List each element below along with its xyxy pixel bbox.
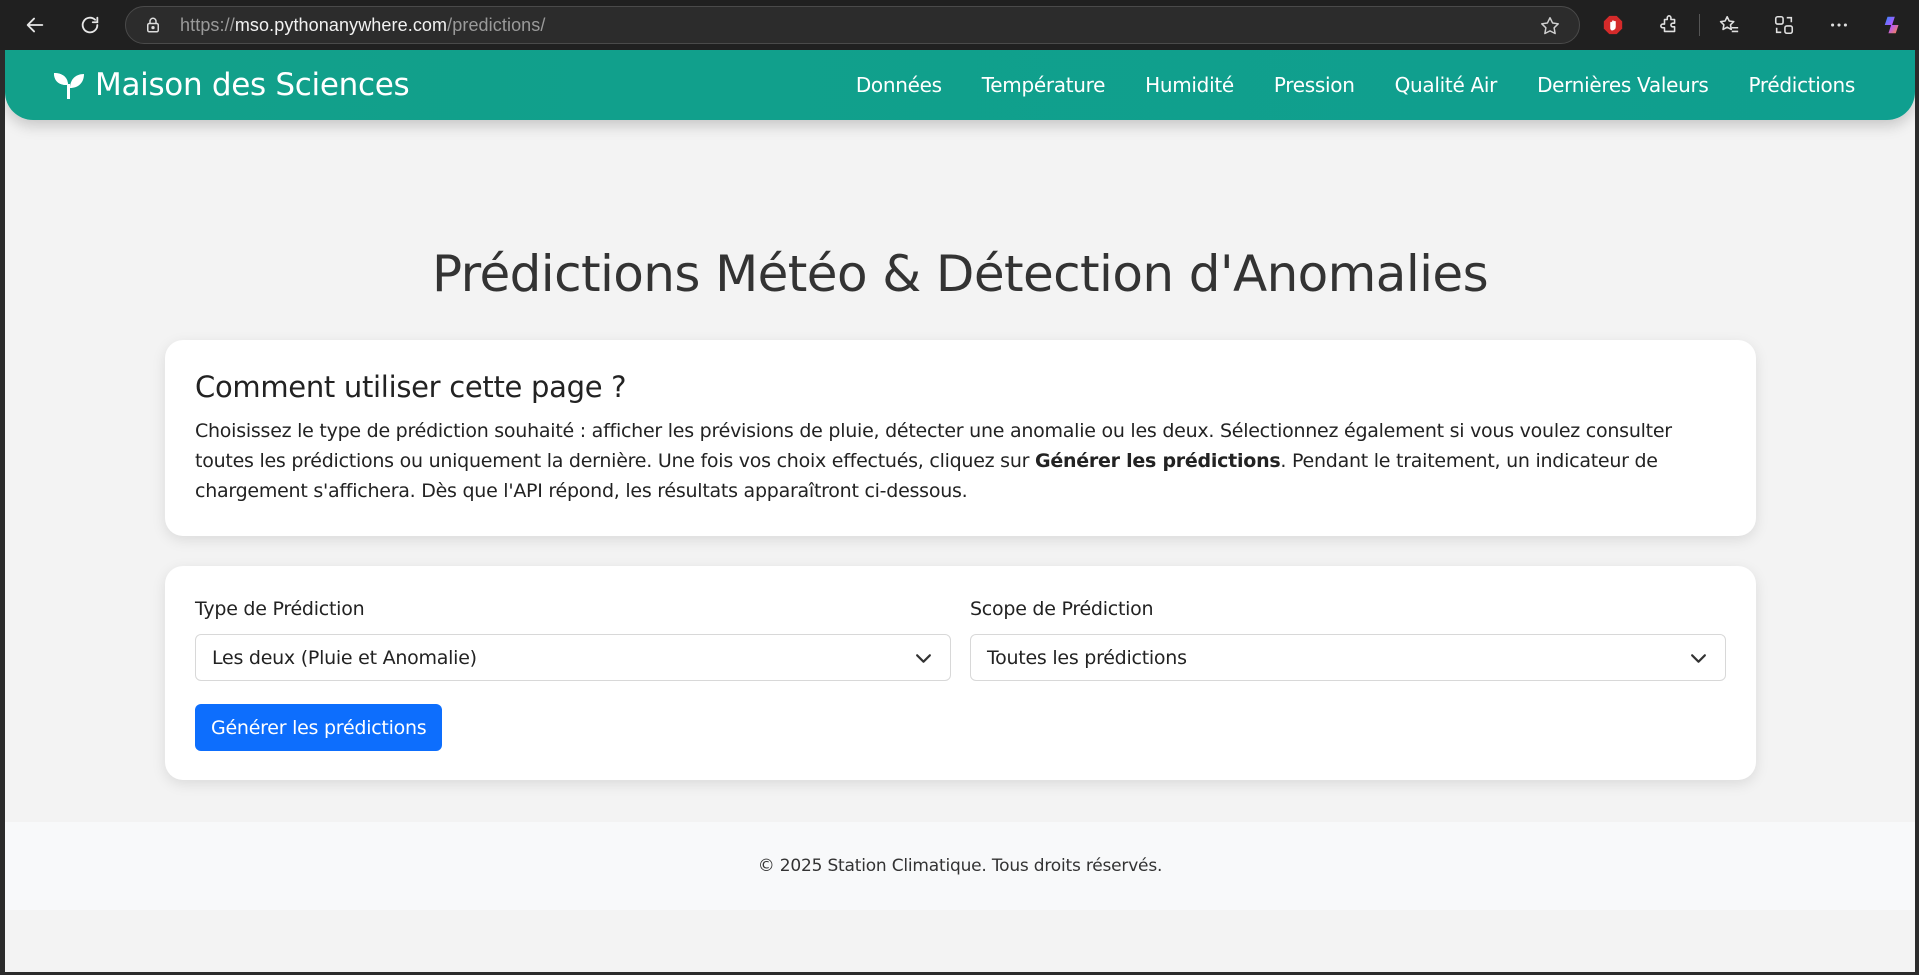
footer-copyright: © 2025 Station Climatique. Tous droits r… [757,856,1163,876]
help-heading: Comment utiliser cette page ? [195,370,627,404]
chevron-down-icon [1691,654,1706,663]
toolbar-divider [1699,14,1700,36]
chevron-down-icon [916,654,931,663]
extensions-puzzle-icon[interactable] [1655,10,1685,40]
page-title: Prédictions Météo & Détection d'Anomalie… [431,245,1489,303]
url-host: mso.pythonanywhere.com [234,14,448,35]
site-footer: © 2025 Station Climatique. Tous droits r… [5,822,1915,910]
nav-item-dernieres-valeurs[interactable]: Dernières Valeurs [1537,73,1709,97]
type-select-value: Les deux (Pluie et Anomalie) [212,646,477,669]
reload-button[interactable] [70,5,110,45]
browser-toolbar: https://mso.pythonanywhere.com/predictio… [0,0,1919,50]
nav-item-donnees[interactable]: Données [856,73,942,97]
nav-item-pression[interactable]: Pression [1274,73,1355,97]
type-select[interactable]: Les deux (Pluie et Anomalie) [195,634,951,681]
nav-item-humidite[interactable]: Humidité [1145,73,1234,97]
favorite-star-icon[interactable] [1539,15,1561,37]
nav-item-qualite-air[interactable]: Qualité Air [1395,73,1498,97]
prediction-form-card: Type de Prédiction Les deux (Pluie et An… [165,566,1756,780]
page-viewport: Maison des Sciences Données Température … [5,50,1915,972]
copilot-icon[interactable] [1878,10,1908,40]
address-bar[interactable]: https://mso.pythonanywhere.com/predictio… [125,6,1580,44]
nav-item-temperature[interactable]: Température [982,73,1106,97]
scope-label: Scope de Prédiction [970,598,1154,620]
scope-select[interactable]: Toutes les prédictions [970,634,1726,681]
help-text-button-name: Générer les prédictions [1034,450,1281,472]
collections-icon[interactable] [1769,10,1799,40]
back-arrow-icon [26,17,44,33]
brand-link[interactable]: Maison des Sciences [53,50,410,120]
favorites-icon[interactable] [1714,10,1744,40]
back-button[interactable] [15,5,55,45]
nav-item-predictions[interactable]: Prédictions [1749,73,1856,97]
help-text: Choisissez le type de prédiction souhait… [195,416,1726,506]
scope-select-value: Toutes les prédictions [987,646,1187,669]
help-card: Comment utiliser cette page ? Choisissez… [165,340,1756,536]
generate-predictions-button[interactable]: Générer les prédictions [195,704,443,751]
url-text: https://mso.pythonanywhere.com/predictio… [180,15,546,36]
main-nav: Données Température Humidité Pression Qu… [856,50,1855,120]
lock-icon [147,17,159,33]
scope-field-group: Scope de Prédiction Toutes les prédictio… [970,598,1726,681]
type-field-group: Type de Prédiction Les deux (Pluie et An… [195,598,951,681]
url-path: /predictions/ [447,14,546,35]
more-menu-icon[interactable] [1824,10,1854,40]
reload-icon [81,16,99,34]
brand-name: Maison des Sciences [95,67,410,103]
url-scheme: https:// [180,14,235,35]
seedling-icon [54,73,84,99]
site-header: Maison des Sciences Données Température … [5,50,1915,120]
adblock-extension-icon[interactable] [1598,10,1628,40]
type-label: Type de Prédiction [195,598,365,620]
